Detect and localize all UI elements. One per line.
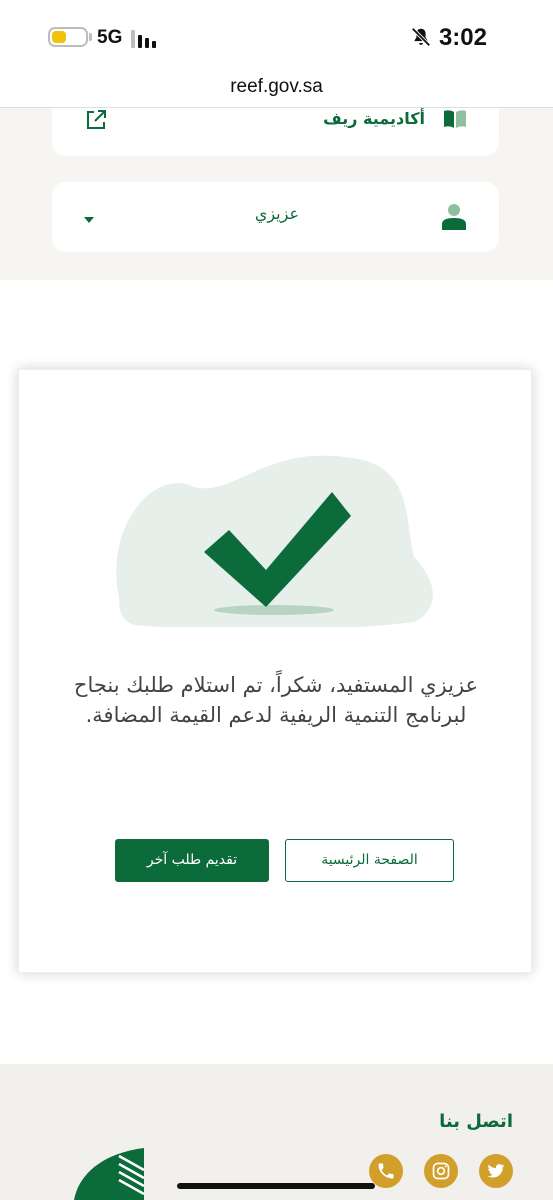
checkmark-icon bbox=[204, 492, 351, 607]
signal-icon bbox=[131, 30, 161, 48]
browser-url-bar[interactable]: reef.gov.sa bbox=[0, 70, 553, 108]
book-icon bbox=[444, 110, 466, 128]
home-page-button[interactable]: الصفحة الرئيسية bbox=[285, 839, 454, 882]
clock: 3:02 bbox=[438, 24, 487, 51]
network-label: 5G bbox=[97, 27, 123, 48]
home-indicator[interactable] bbox=[177, 1183, 375, 1189]
instagram-icon bbox=[432, 1162, 450, 1180]
academy-label[interactable]: أكاديمية ريف bbox=[323, 108, 425, 130]
instagram-button[interactable] bbox=[424, 1154, 458, 1188]
contact-us-title: اتصل بنا bbox=[439, 1111, 513, 1132]
footer: اتصل بنا bbox=[0, 1064, 553, 1200]
header-region: أكاديمية ريف عزيزي bbox=[0, 108, 553, 280]
user-menu-card[interactable]: عزيزي bbox=[52, 182, 499, 252]
submit-another-request-button[interactable]: تقديم طلب آخر bbox=[115, 839, 269, 882]
user-icon bbox=[442, 204, 466, 230]
muted-bell-icon bbox=[411, 27, 431, 47]
twitter-button[interactable] bbox=[479, 1154, 513, 1188]
user-name: عزيزي bbox=[254, 204, 299, 223]
status-bar: 5G 3:02 bbox=[0, 0, 553, 70]
twitter-icon bbox=[487, 1164, 505, 1178]
academy-link-card[interactable]: أكاديمية ريف bbox=[52, 108, 499, 156]
battery-tip bbox=[89, 33, 92, 41]
url-text[interactable]: reef.gov.sa bbox=[230, 76, 323, 97]
phone-icon bbox=[378, 1163, 394, 1179]
external-link-icon[interactable] bbox=[84, 108, 108, 132]
chevron-down-icon[interactable] bbox=[84, 217, 94, 223]
reef-logo bbox=[74, 1148, 145, 1200]
success-message: عزيزي المستفيد، شكراً، تم استلام طلبك بن… bbox=[73, 673, 479, 727]
battery-icon bbox=[48, 27, 88, 47]
success-card: عزيزي المستفيد، شكراً، تم استلام طلبك بن… bbox=[18, 369, 532, 973]
